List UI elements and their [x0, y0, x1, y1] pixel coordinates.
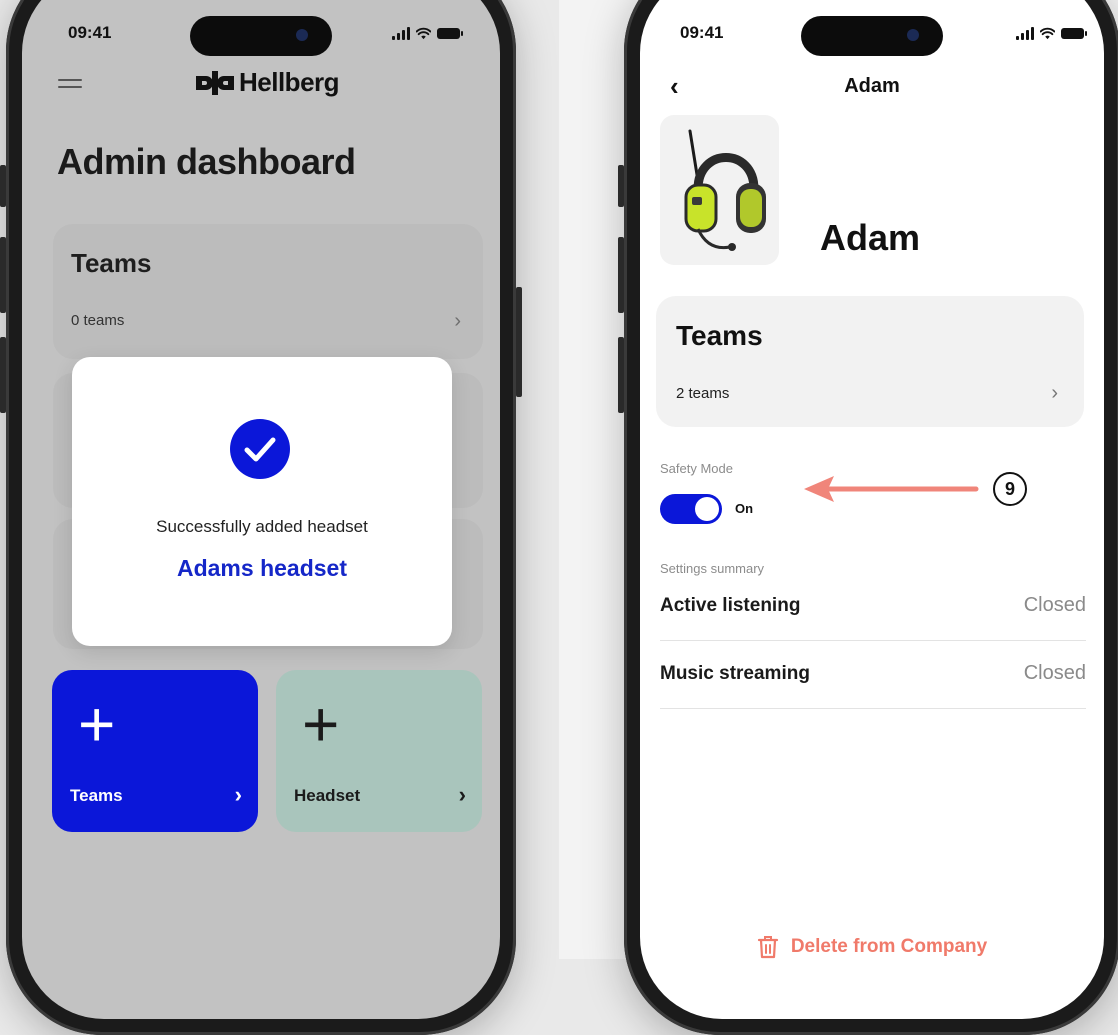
success-message: Successfully added headset — [156, 517, 368, 536]
annotation-arrow-icon — [804, 476, 979, 502]
plus-icon: + — [302, 688, 340, 760]
setting-label: Active listening — [660, 595, 801, 616]
profile-name: Adam — [820, 217, 921, 258]
brand-name: Hellberg — [239, 67, 340, 97]
trash-icon — [757, 936, 778, 959]
safety-mode-toggle[interactable] — [660, 494, 722, 524]
mute-switch — [618, 165, 624, 207]
tile-label-teams: Teams — [70, 786, 123, 805]
chevron-right-icon: › — [454, 310, 461, 332]
teams-card-count: 0 teams — [71, 312, 125, 329]
settings-row-music-streaming[interactable]: Music streaming Closed — [660, 641, 1086, 709]
page-title: Admin dashboard — [57, 141, 356, 182]
dynamic-island — [190, 16, 332, 56]
volume-up-button — [0, 237, 6, 313]
status-time: 09:41 — [68, 23, 112, 42]
teams-card-title: Teams — [676, 320, 763, 351]
check-circle-icon — [230, 419, 290, 479]
left-screen: 09:41 Hellberg Admin dashboard Teams 0 t… — [22, 0, 500, 1019]
status-icons — [1016, 27, 1087, 40]
nav-title: Adam — [844, 75, 900, 97]
menu-icon[interactable] — [58, 79, 82, 93]
settings-row-active-listening[interactable]: Active listening Closed — [660, 573, 1086, 641]
battery-icon — [1061, 28, 1087, 39]
volume-down-button — [618, 337, 624, 413]
teams-card[interactable]: Teams 0 teams › — [53, 224, 483, 359]
annotation-step-number: 9 — [993, 472, 1027, 506]
volume-down-button — [0, 337, 6, 413]
safety-mode-label: Safety Mode — [660, 461, 733, 476]
status-time: 09:41 — [680, 23, 724, 42]
headset-avatar — [660, 115, 779, 265]
phone-left: 09:41 Hellberg Admin dashboard Teams 0 t… — [0, 0, 522, 1035]
tile-label-headset: Headset — [294, 786, 361, 805]
battery-icon — [437, 28, 463, 39]
chevron-right-icon: › — [458, 782, 466, 807]
phone-right: 09:41 ‹ Adam Adam Teams 2 teams › Safety… — [618, 0, 1118, 1035]
setting-label: Music streaming — [660, 663, 810, 684]
signal-icon — [1016, 27, 1034, 40]
mute-switch — [0, 165, 6, 207]
added-headset-name: Adams headset — [176, 555, 347, 581]
chevron-right-icon: › — [234, 782, 242, 807]
signal-icon — [392, 27, 410, 40]
wifi-icon — [416, 27, 431, 40]
teams-card-count: 2 teams — [676, 385, 730, 402]
plus-icon: + — [78, 688, 116, 760]
brand-logo: Hellberg — [194, 67, 340, 98]
power-button — [516, 287, 522, 397]
toggle-knob — [695, 497, 719, 521]
add-headset-tile[interactable]: + Headset › — [276, 670, 482, 832]
setting-value: Closed — [1023, 594, 1086, 616]
status-icons — [392, 27, 463, 40]
teams-card-title: Teams — [71, 248, 152, 278]
success-modal: Successfully added headset Adams headset — [72, 357, 452, 646]
volume-up-button — [618, 237, 624, 313]
delete-from-company-button[interactable]: Delete from Company — [640, 935, 1104, 959]
headset-image-icon — [684, 129, 766, 251]
wifi-icon — [1040, 27, 1055, 40]
dynamic-island — [801, 16, 943, 56]
setting-value: Closed — [1023, 662, 1086, 684]
safety-mode-state: On — [735, 501, 754, 516]
delete-label: Delete from Company — [790, 936, 988, 957]
add-teams-tile[interactable]: + Teams › — [52, 670, 258, 832]
teams-card[interactable]: Teams 2 teams › — [656, 296, 1084, 427]
right-screen: 09:41 ‹ Adam Adam Teams 2 teams › Safety… — [640, 0, 1104, 1019]
hellberg-logo-icon — [196, 70, 234, 95]
chevron-right-icon: › — [1051, 382, 1058, 404]
